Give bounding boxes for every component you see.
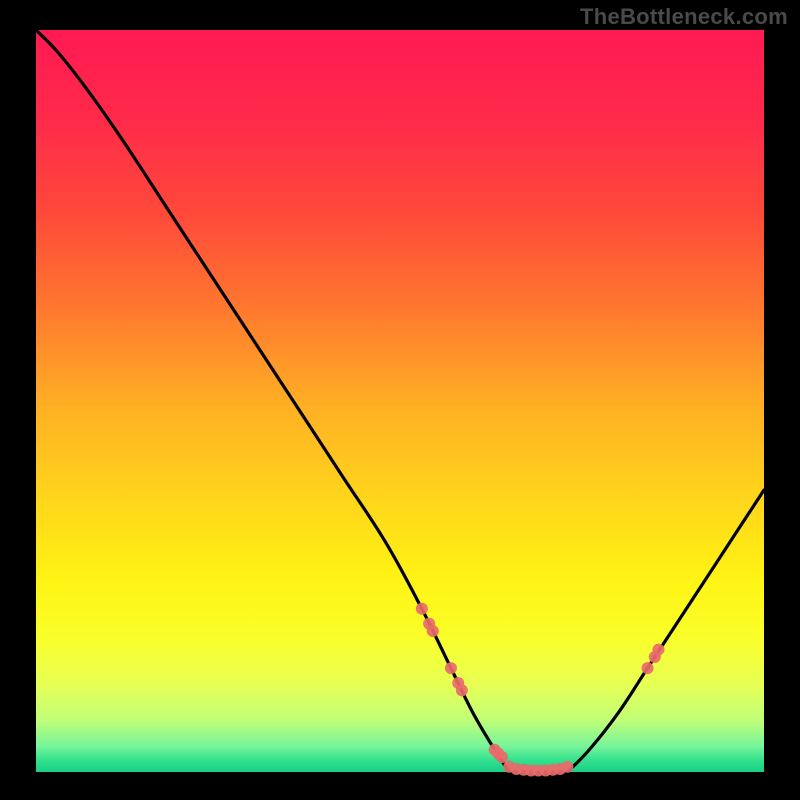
highlight-point <box>427 625 439 637</box>
highlight-point <box>561 761 573 773</box>
highlight-point <box>445 662 457 674</box>
highlight-point <box>456 684 468 696</box>
highlight-point <box>642 662 654 674</box>
highlight-point <box>652 644 664 656</box>
highlight-point <box>496 751 508 763</box>
chart-container: TheBottleneck.com <box>0 0 800 800</box>
plot-area <box>36 30 764 772</box>
highlight-point <box>416 603 428 615</box>
watermark-text: TheBottleneck.com <box>580 4 788 30</box>
chart-svg <box>36 30 764 772</box>
